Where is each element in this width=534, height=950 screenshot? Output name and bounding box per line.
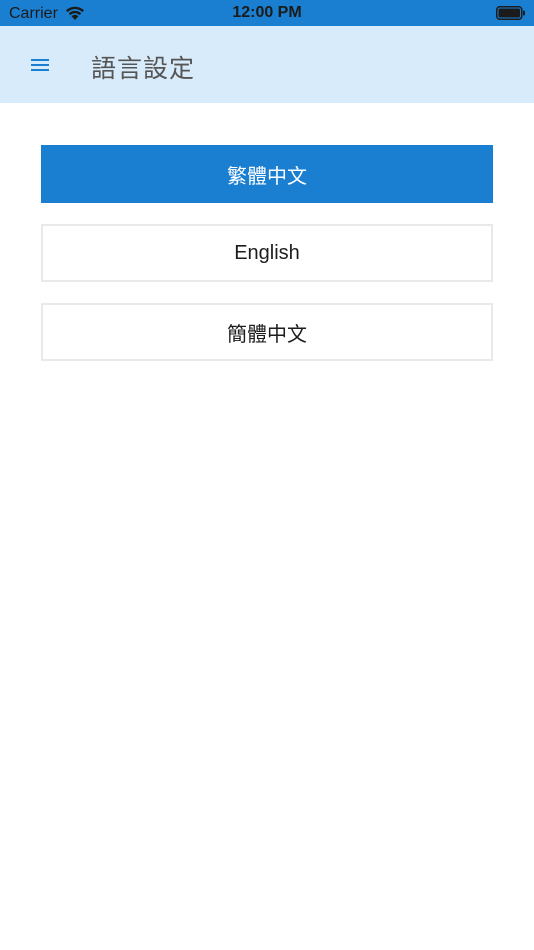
status-bar: Carrier 12:00 PM [0,0,534,26]
language-option-simplified-chinese[interactable]: 簡體中文 [41,303,493,361]
app-header: 語言設定 [0,26,534,103]
menu-button[interactable] [22,48,58,82]
battery-icon [496,6,525,20]
language-options: 繁體中文 English 簡體中文 [41,145,493,382]
language-option-traditional-chinese[interactable]: 繁體中文 [41,145,493,203]
page-title: 語言設定 [91,55,196,83]
language-option-label: English [234,241,300,264]
hamburger-menu-icon [31,59,49,71]
language-option-label: 簡體中文 [227,323,307,346]
language-option-label: 繁體中文 [227,165,307,188]
language-option-english[interactable]: English [41,224,493,282]
status-time: 12:00 PM [232,4,302,21]
